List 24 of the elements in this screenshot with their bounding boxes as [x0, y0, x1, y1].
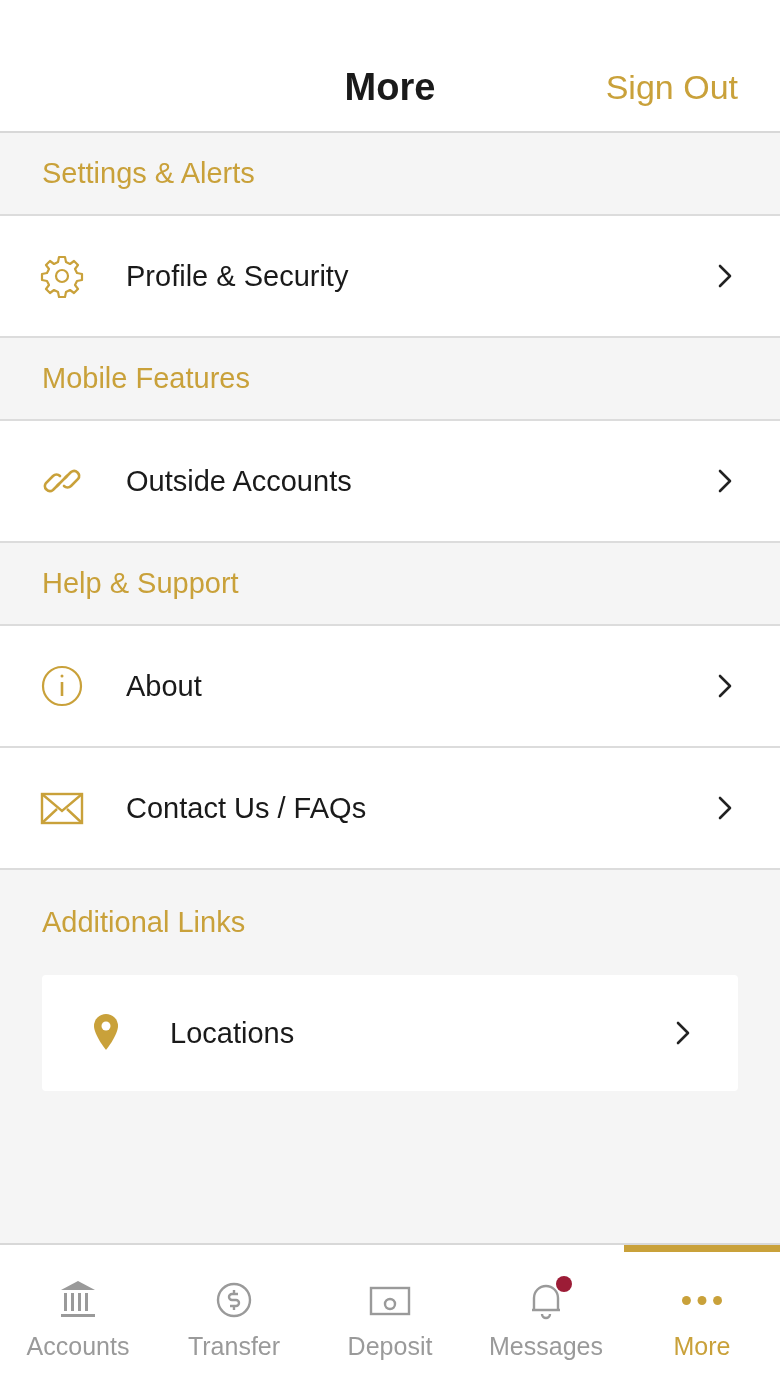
- menu-row[interactable]: Outside Accounts: [0, 421, 780, 543]
- menu-label: About: [126, 669, 203, 703]
- link-label: Locations: [170, 1016, 296, 1050]
- chevron-right-icon: [718, 469, 732, 493]
- menu-row[interactable]: Contact Us / FAQs: [0, 748, 780, 870]
- menu-row[interactable]: Profile & Security: [0, 216, 780, 338]
- section-heading: Mobile Features: [42, 362, 250, 395]
- menu-label: Contact Us / FAQs: [126, 791, 368, 825]
- gear-icon: [40, 254, 84, 298]
- sign-out-link[interactable]: Sign Out: [605, 68, 738, 107]
- info-icon: [40, 664, 84, 708]
- chevron-right-icon: [676, 1021, 690, 1045]
- chevron-right-icon: [718, 796, 732, 820]
- link-card[interactable]: Locations: [42, 975, 738, 1091]
- section-heading: Settings & Alerts: [42, 157, 255, 190]
- menu-row[interactable]: About: [0, 626, 780, 748]
- section-heading: Help & Support: [42, 567, 239, 600]
- chevron-right-icon: [718, 674, 732, 698]
- menu-label: Outside Accounts: [126, 464, 353, 498]
- menu-label: Profile & Security: [126, 259, 350, 293]
- chevron-right-icon: [718, 264, 732, 288]
- page-title: More: [344, 66, 436, 109]
- more-dots-icon: [682, 1295, 722, 1305]
- section-heading: Additional Links: [42, 906, 246, 939]
